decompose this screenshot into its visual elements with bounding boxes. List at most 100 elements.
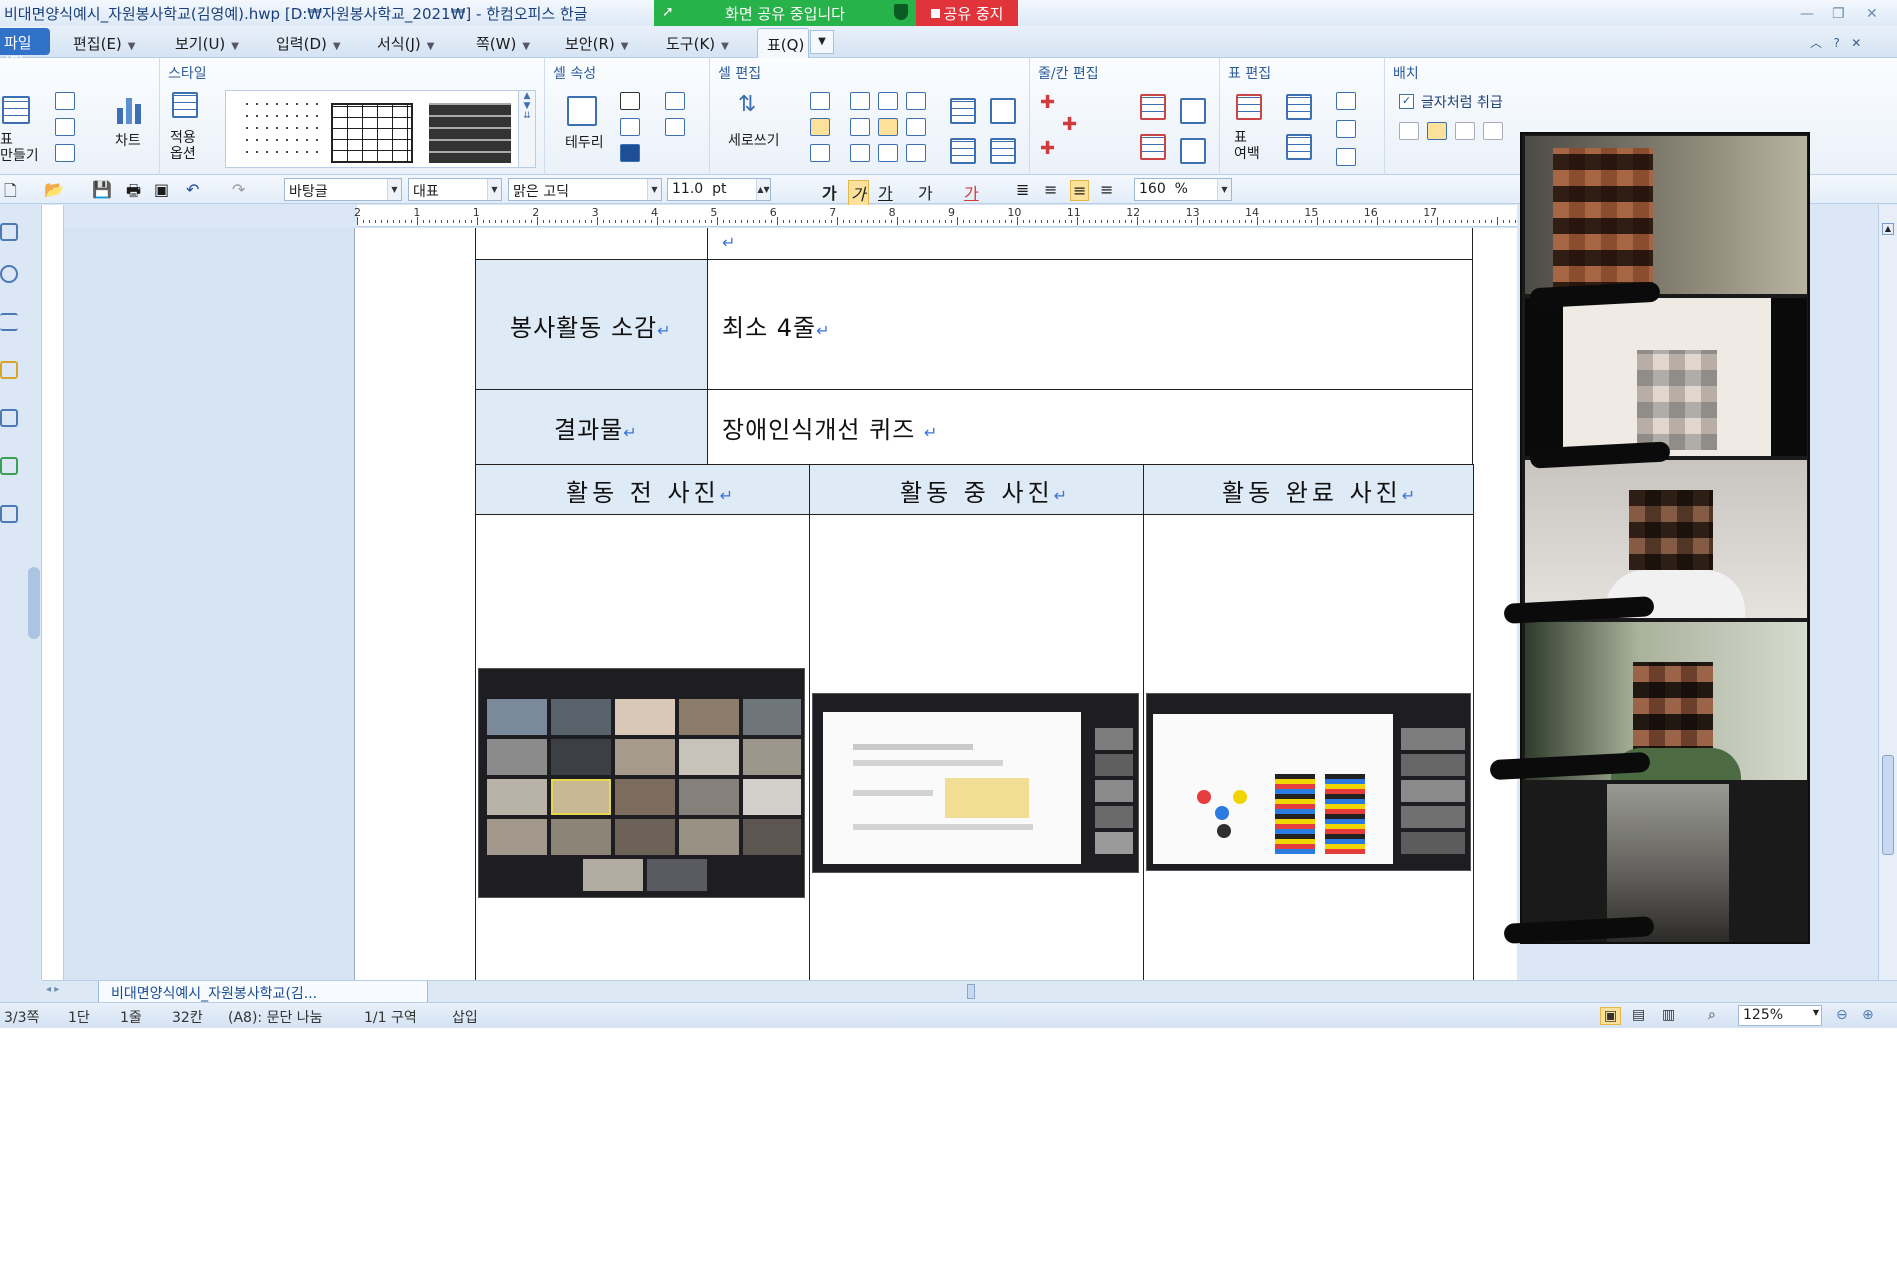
photo-header-during[interactable]: 활동 중 사진↵: [809, 464, 1144, 515]
help-icon[interactable]: [0, 265, 18, 283]
restore-icon[interactable]: ❐: [1832, 6, 1845, 22]
vertical-scrollbar[interactable]: ▲: [1878, 205, 1897, 980]
align-bottom-left-icon[interactable]: [810, 144, 830, 162]
align-left-icon[interactable]: ≡: [1044, 180, 1057, 199]
wrap-inline-icon[interactable]: [1427, 122, 1447, 140]
photo-cell-after[interactable]: [1143, 514, 1474, 980]
table-style-icon[interactable]: [55, 92, 75, 110]
treat-as-char-checkbox[interactable]: ✓: [1399, 94, 1414, 109]
cell-grid2-icon[interactable]: [990, 138, 1016, 164]
participant-video-5[interactable]: [1525, 784, 1807, 942]
align-center-icon[interactable]: [878, 118, 898, 136]
panel-collapse-handle[interactable]: [28, 567, 40, 639]
apply-style-icon[interactable]: [172, 92, 198, 118]
zoom-out-icon[interactable]: ⊖: [1836, 1007, 1848, 1023]
bold-icon[interactable]: 가: [822, 180, 837, 204]
strike-icon[interactable]: 가: [918, 180, 933, 204]
font-color-icon[interactable]: 가: [964, 180, 979, 204]
vertical-text-icon[interactable]: ⇅: [738, 92, 756, 117]
menu-page[interactable]: 쪽(W) ▼: [476, 33, 530, 54]
zoom-gallery-photo[interactable]: [478, 668, 805, 898]
menu-insert[interactable]: 입력(D) ▼: [276, 33, 341, 54]
scroll-thumb[interactable]: [1882, 755, 1894, 855]
preview-icon[interactable]: ▣: [154, 180, 169, 199]
image-icon[interactable]: [0, 457, 18, 475]
view-draft-icon[interactable]: ▤: [1632, 1007, 1645, 1023]
insert-col-icon[interactable]: ✚: [1062, 114, 1077, 135]
style-thumb-dotted[interactable]: [238, 103, 320, 163]
document-tab[interactable]: 비대면양식예시_자원봉사학교(김...: [98, 981, 428, 1003]
align-bottom-icon[interactable]: [850, 144, 870, 162]
table-style-gallery[interactable]: [225, 90, 527, 168]
gallery-scroll[interactable]: ▲ ▼ ⇊: [518, 90, 536, 168]
page-icon[interactable]: [0, 409, 18, 427]
minimize-icon[interactable]: —: [1800, 6, 1814, 22]
cell-color-icon[interactable]: [620, 144, 640, 162]
print-icon[interactable]: 🖶: [126, 180, 141, 207]
participant-video-1[interactable]: [1525, 136, 1807, 294]
lang-combo[interactable]: 대표 ▼: [408, 178, 502, 201]
line-width-icon[interactable]: [665, 118, 685, 136]
scroll-up-arrow[interactable]: ▲: [1882, 223, 1894, 235]
status-mode[interactable]: 삽입: [452, 1007, 478, 1027]
ribbon-controls[interactable]: ︿ ? ✕: [1810, 34, 1861, 51]
table-split-icon[interactable]: [1286, 134, 1312, 160]
wrap-front-icon[interactable]: [1455, 122, 1475, 140]
view-page-icon[interactable]: ▣: [1600, 1007, 1622, 1025]
zoom-combo[interactable]: 125% ▼: [1738, 1005, 1822, 1026]
menu-edit[interactable]: 편집(E) ▼: [73, 33, 136, 54]
split-cell-icon[interactable]: [950, 98, 976, 124]
line-type-icon[interactable]: [665, 92, 685, 110]
row-height-icon[interactable]: [1140, 94, 1166, 120]
close-icon[interactable]: ✕: [1866, 6, 1878, 22]
lightning-icon[interactable]: [0, 361, 18, 379]
cell-copy-icon[interactable]: [55, 144, 75, 162]
quiz-result-photo[interactable]: [1146, 693, 1471, 871]
border-icon[interactable]: [567, 96, 597, 126]
table-cell[interactable]: ↵: [707, 228, 1473, 260]
align-bottom-right-icon[interactable]: [906, 144, 926, 162]
align-mid-right-icon[interactable]: [906, 118, 926, 136]
table-cell-label[interactable]: 결과물↵: [475, 389, 708, 465]
table-cell[interactable]: [475, 228, 708, 260]
align-top-icon[interactable]: [850, 92, 870, 110]
align-center-text-icon[interactable]: ≡: [1070, 180, 1090, 201]
hscroll-thumb[interactable]: [967, 984, 975, 999]
table-cell-value[interactable]: 최소 4줄↵: [707, 259, 1473, 390]
participant-video-3[interactable]: [1525, 460, 1807, 618]
view-outline-icon[interactable]: ▥: [1662, 1007, 1675, 1023]
align-bottom-center-icon[interactable]: [878, 144, 898, 162]
table-size-icon[interactable]: [1286, 94, 1312, 120]
align-top-left-icon[interactable]: [810, 92, 830, 110]
chart-icon[interactable]: [115, 94, 145, 124]
delete-row-icon[interactable]: ✚: [1040, 138, 1055, 159]
photo-header-after[interactable]: 활동 완료 사진↵: [1143, 464, 1474, 515]
open-icon[interactable]: 📂: [44, 180, 64, 199]
wrap-square-icon[interactable]: [1399, 122, 1419, 140]
paint-icon[interactable]: [1336, 148, 1356, 166]
redo-icon[interactable]: ↷: [232, 180, 245, 199]
style-thumb-dark[interactable]: [429, 103, 511, 163]
style-combo[interactable]: 바탕글 ▼: [284, 178, 402, 201]
font-combo[interactable]: 맑은 고딕 ▼: [508, 178, 662, 201]
new-doc-icon[interactable]: 🗋: [4, 180, 17, 207]
cell-grid-icon[interactable]: [950, 138, 976, 164]
list-icon[interactable]: [0, 313, 18, 331]
video-participants-panel[interactable]: [1520, 132, 1810, 944]
distribute-rows-icon[interactable]: [1180, 98, 1206, 124]
align-right-icon[interactable]: ≡: [1100, 180, 1113, 199]
menu-security[interactable]: 보안(R) ▼: [565, 33, 628, 54]
underline-icon[interactable]: 가: [878, 180, 893, 204]
eraser-icon[interactable]: [55, 118, 75, 136]
stop-share-button[interactable]: 공유 중지: [916, 0, 1018, 26]
photo-cell-during[interactable]: [809, 514, 1144, 980]
menu-table[interactable]: 표(Q): [757, 28, 809, 58]
align-mid-left-icon[interactable]: [810, 118, 830, 136]
distribute-cols-icon[interactable]: [1180, 138, 1206, 164]
bookmark-icon[interactable]: [0, 223, 18, 241]
table-icon[interactable]: [2, 96, 30, 124]
italic-icon[interactable]: 가: [848, 180, 869, 206]
zoom-icon[interactable]: ⌕: [1708, 1007, 1716, 1023]
zoom-in-icon[interactable]: ⊕: [1862, 1007, 1874, 1023]
table-cell-value[interactable]: 장애인식개선 퀴즈 ↵: [707, 389, 1473, 465]
